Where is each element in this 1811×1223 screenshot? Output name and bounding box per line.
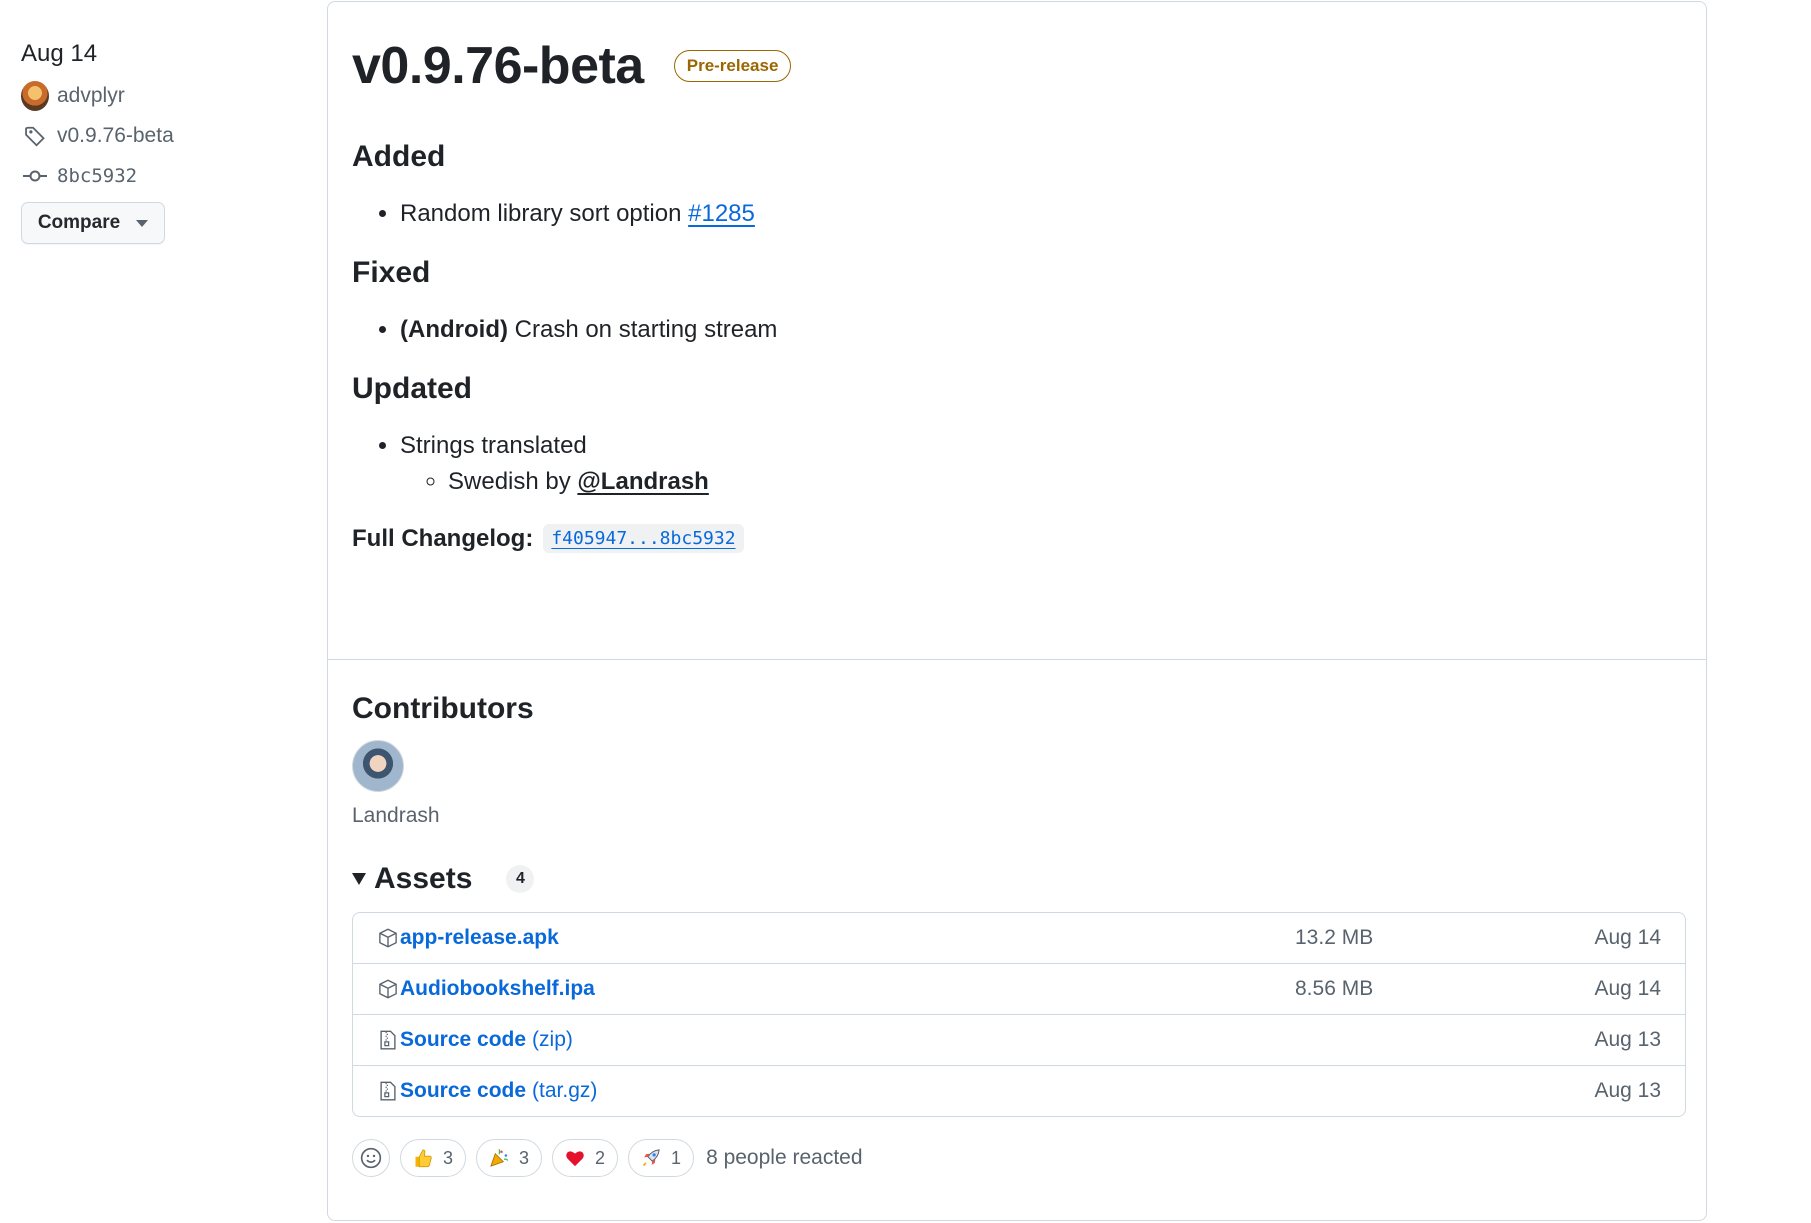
changelog-label: Full Changelog: xyxy=(352,524,534,552)
asset-download-link[interactable]: Source code xyxy=(400,1079,526,1103)
reaction-hooray-button[interactable]: 3 xyxy=(476,1139,543,1177)
triangle-down-icon xyxy=(352,873,366,885)
contributor-avatar[interactable] xyxy=(352,740,404,792)
list-item: Strings translated Swedish by @Landrash xyxy=(400,428,1682,500)
asset-date: Aug 13 xyxy=(1594,1079,1661,1102)
add-reaction-button[interactable] xyxy=(352,1139,390,1177)
assets-heading: Assets xyxy=(374,862,473,895)
reaction-count: 2 xyxy=(595,1147,606,1168)
user-mention-link[interactable]: @Landrash xyxy=(577,468,708,495)
reaction-count: 3 xyxy=(519,1147,530,1168)
changelog-code: f405947...8bc5932 xyxy=(543,524,744,553)
assets-toggle[interactable]: Assets 4 xyxy=(352,862,1682,896)
release-body: v0.9.76-beta Pre-release Added Random li… xyxy=(328,2,1706,660)
reactions-bar: 3 3 2 1 8 people reacted xyxy=(352,1139,1682,1177)
release-card: v0.9.76-beta Pre-release Added Random li… xyxy=(327,1,1707,1221)
author-avatar xyxy=(21,81,49,111)
asset-download-link[interactable]: app-release.apk xyxy=(400,926,559,950)
reaction-heart-button[interactable]: 2 xyxy=(552,1139,619,1177)
thumbs-up-icon xyxy=(415,1149,432,1168)
asset-row: Source code (zip) Aug 13 xyxy=(353,1014,1685,1065)
file-zip-icon xyxy=(377,1080,399,1102)
asset-row: Audiobookshelf.ipa 8.56 MB Aug 14 xyxy=(353,963,1685,1014)
compare-button[interactable]: Compare xyxy=(21,202,165,244)
reaction-thumbs-up-button[interactable]: 3 xyxy=(400,1139,467,1177)
list-item: Random library sort option #1285 xyxy=(400,196,1682,232)
smiley-icon xyxy=(360,1147,382,1169)
reaction-count: 1 xyxy=(671,1147,682,1168)
issue-link[interactable]: #1285 xyxy=(688,200,755,227)
author-link[interactable]: advplyr xyxy=(21,81,301,111)
asset-date: Aug 14 xyxy=(1594,926,1661,949)
fixed-list: (Android) Crash on starting stream xyxy=(352,312,1682,348)
assets-count-badge: 4 xyxy=(506,865,535,893)
asset-ext: (tar.gz) xyxy=(532,1079,598,1102)
asset-ext: (zip) xyxy=(532,1028,573,1051)
asset-size: 8.56 MB xyxy=(1295,977,1374,1000)
section-added-heading: Added xyxy=(352,140,446,173)
contributors-heading: Contributors xyxy=(352,692,534,725)
reaction-count: 3 xyxy=(443,1147,454,1168)
compare-range-link[interactable]: f405947...8bc5932 xyxy=(551,528,735,549)
release-footer: Contributors Landrash Assets 4 app-relea… xyxy=(328,660,1706,1177)
commit-link[interactable]: 8bc5932 xyxy=(21,162,301,190)
sub-list-item: Swedish by @Landrash xyxy=(448,464,1682,500)
asset-date: Aug 13 xyxy=(1594,1028,1661,1051)
asset-date: Aug 14 xyxy=(1594,977,1661,1000)
contributor-name: Landrash xyxy=(352,804,440,827)
release-sidebar: Aug 14 advplyr v0.9.76-beta 8bc5932 Comp… xyxy=(21,40,301,244)
chevron-down-icon xyxy=(136,219,149,227)
file-zip-icon xyxy=(377,1029,399,1051)
package-icon xyxy=(377,978,399,1000)
pre-release-badge: Pre-release xyxy=(673,50,792,82)
party-popper-icon xyxy=(490,1148,509,1167)
package-icon xyxy=(377,927,399,949)
assets-list: app-release.apk 13.2 MB Aug 14 Audiobook… xyxy=(352,912,1686,1117)
tag-link[interactable]: v0.9.76-beta xyxy=(21,122,301,150)
git-commit-icon xyxy=(21,162,49,190)
reaction-rocket-button[interactable]: 1 xyxy=(628,1139,695,1177)
release-date: Aug 14 xyxy=(21,40,98,67)
added-list: Random library sort option #1285 xyxy=(352,196,1682,232)
reactions-summary[interactable]: 8 people reacted xyxy=(706,1146,862,1170)
commit-sha[interactable]: 8bc5932 xyxy=(57,165,137,187)
list-item: (Android) Crash on starting stream xyxy=(400,312,1682,348)
asset-size: 13.2 MB xyxy=(1295,926,1374,949)
sub-list: Swedish by @Landrash xyxy=(400,464,1682,500)
compare-label: Compare xyxy=(37,212,121,233)
section-fixed-heading: Fixed xyxy=(352,256,431,289)
author-name[interactable]: advplyr xyxy=(57,84,125,108)
asset-row: app-release.apk 13.2 MB Aug 14 xyxy=(353,913,1685,963)
asset-download-link[interactable]: Source code xyxy=(400,1028,526,1052)
full-changelog: Full Changelog: f405947...8bc5932 xyxy=(352,524,1682,553)
tag-icon xyxy=(21,122,49,150)
release-title[interactable]: v0.9.76-beta xyxy=(352,36,644,96)
asset-row: Source code (tar.gz) Aug 13 xyxy=(353,1065,1685,1116)
heart-icon xyxy=(566,1151,584,1167)
tag-name[interactable]: v0.9.76-beta xyxy=(57,124,174,148)
updated-list: Strings translated Swedish by @Landrash xyxy=(352,428,1682,500)
asset-download-link[interactable]: Audiobookshelf.ipa xyxy=(400,977,595,1001)
release-header: v0.9.76-beta Pre-release xyxy=(352,36,1682,96)
section-updated-heading: Updated xyxy=(352,372,472,405)
rocket-icon xyxy=(642,1149,660,1167)
